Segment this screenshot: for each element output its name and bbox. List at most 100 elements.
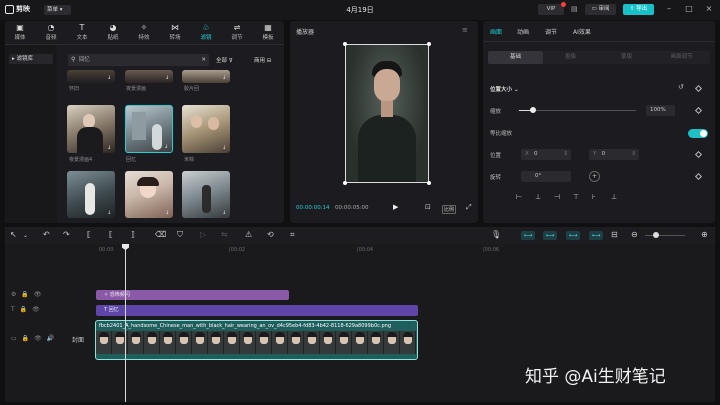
filter-thumbnail[interactable]: ↓ (182, 171, 230, 218)
tab-text[interactable]: T 文本 (69, 23, 95, 41)
cover-button[interactable]: 封面 (72, 335, 84, 344)
tab-ai-effects[interactable]: AI效果 (573, 27, 591, 36)
tab-template[interactable]: ▦ 模板 (255, 23, 281, 41)
subtab-cutout[interactable]: 抠像 (543, 51, 598, 64)
video-preview[interactable] (346, 45, 428, 182)
download-icon[interactable]: ↓ (222, 210, 228, 216)
stepper-icon[interactable]: ⇕ (631, 149, 636, 160)
video-clip[interactable]: fbcb2401_A_handsome_Chinese_man_with_bla… (95, 320, 418, 360)
fullscreen-crop-icon[interactable]: ⊡ (425, 203, 431, 211)
subtab-basic[interactable]: 基础 (488, 51, 543, 64)
align-top-icon[interactable]: ⊤ (573, 193, 579, 201)
align-bottom-icon[interactable]: ⊥ (611, 193, 617, 201)
subtab-mask[interactable]: 蒙版 (599, 51, 654, 64)
chevron-down-icon[interactable]: ⌄ (514, 87, 519, 93)
zoom-in-icon[interactable]: ⊕ (701, 230, 708, 239)
scale-slider-knob[interactable] (530, 107, 537, 113)
keyframe-icon[interactable] (694, 84, 703, 93)
tab-picture[interactable]: 画面 (490, 27, 502, 36)
review-button[interactable]: ▭ 审阅 (585, 4, 616, 15)
snap-icon[interactable]: ⟷ (566, 231, 580, 240)
filter-all-dropdown[interactable]: 全部 ⊽ (216, 56, 233, 64)
download-icon[interactable]: ↓ (107, 145, 113, 151)
chevron-down-icon[interactable]: ⌄ (23, 232, 28, 239)
keyframe-icon[interactable] (694, 106, 703, 115)
uniform-scale-toggle[interactable] (688, 129, 708, 138)
tab-animation[interactable]: 动画 (517, 27, 529, 36)
mirror-icon[interactable]: ⚠ (245, 230, 252, 239)
align-center-h-icon[interactable]: ⊥ (535, 193, 541, 201)
select-tool-icon[interactable]: ↖ (10, 230, 17, 239)
scale-slider-track[interactable] (519, 110, 636, 111)
close-icon[interactable]: × (704, 4, 714, 14)
undo-icon[interactable]: ↶ (43, 230, 50, 239)
tab-audio[interactable]: ◔ 音频 (38, 23, 64, 41)
player-menu-icon[interactable]: ≡ (462, 26, 468, 34)
crop-icon[interactable]: ⌗ (290, 230, 295, 240)
split-left-icon[interactable]: ⟦ (109, 230, 113, 239)
split-right-icon[interactable]: ⟧ (131, 230, 135, 239)
tab-filter[interactable]: ♧ 滤镜 (193, 23, 219, 41)
filter-thumbnail[interactable]: ↓ (67, 171, 115, 218)
resize-handle[interactable] (343, 181, 347, 185)
expand-icon[interactable]: ⤢ (466, 203, 472, 212)
filter-thumbnail[interactable]: ↓ (182, 105, 230, 153)
download-icon[interactable]: ↓ (165, 75, 171, 81)
rotate-icon[interactable]: ⟲ (267, 230, 274, 239)
keyframe-icon[interactable] (694, 150, 703, 159)
text-track-controls[interactable]: T🔒👁 (11, 306, 45, 313)
preview-axis-icon[interactable]: ⊟ (611, 230, 618, 239)
vip-button[interactable]: VIP (538, 2, 566, 15)
resize-handle[interactable] (427, 42, 431, 46)
sidebar-item-filter-library[interactable]: ▸ 滤镜库 (9, 54, 53, 64)
filter-thumbnail-selected[interactable]: ↓ (125, 105, 173, 153)
resize-handle[interactable] (427, 181, 431, 185)
layout-icon[interactable]: ▤ (571, 5, 578, 13)
maximize-icon[interactable]: □ (684, 4, 694, 14)
zoom-out-icon[interactable]: ⊖ (631, 230, 638, 239)
align-left-icon[interactable]: ⊢ (516, 193, 522, 201)
download-icon[interactable]: ↓ (107, 210, 113, 216)
scale-input[interactable]: 100% (646, 105, 675, 116)
rotate-input[interactable]: 0° (521, 171, 571, 182)
playhead-handle[interactable] (122, 244, 129, 250)
split-icon[interactable]: ⟦ (87, 230, 91, 239)
stepper-icon[interactable]: ⇕ (563, 149, 568, 160)
tab-adjust[interactable]: 调节 (545, 27, 557, 36)
ratio-button[interactable]: 比例 (442, 205, 457, 214)
export-button[interactable]: ⇧ 导出 (623, 4, 654, 15)
clear-icon[interactable]: ✕ (201, 54, 206, 66)
microphone-icon[interactable]: 🎙 (491, 230, 501, 239)
download-icon[interactable]: ↓ (165, 210, 171, 216)
position-y-input[interactable]: Y 0 ⇕ (589, 149, 639, 160)
delete-icon[interactable]: ⌫ (155, 230, 166, 239)
filter-thumbnail[interactable]: ↓ (67, 70, 115, 83)
align-center-v-icon[interactable]: ⊦ (592, 193, 596, 201)
shield-icon[interactable]: ⛉ (177, 230, 183, 240)
resize-handle[interactable] (343, 42, 347, 46)
position-x-input[interactable]: X 0 ⇕ (521, 149, 571, 160)
redo-icon[interactable]: ↷ (63, 230, 70, 239)
tab-media[interactable]: ▣ 媒体 (7, 23, 33, 41)
download-icon[interactable]: ↓ (222, 75, 228, 81)
filter-thumbnail[interactable]: ↓ (182, 70, 230, 83)
align-right-icon[interactable]: ⊣ (554, 193, 560, 201)
tab-adjust[interactable]: ⇌ 调节 (224, 23, 250, 41)
zoom-slider[interactable] (645, 235, 685, 236)
play-icon[interactable]: ▶ (393, 203, 398, 211)
keyframe-icon[interactable] (694, 172, 703, 181)
rotate-dial-icon[interactable]: + (589, 171, 600, 182)
filter-thumbnail[interactable]: ↓ (125, 70, 173, 83)
tab-sticker[interactable]: ◕ 贴纸 (100, 23, 126, 41)
download-icon[interactable]: ↓ (222, 145, 228, 151)
download-icon[interactable]: ↓ (107, 75, 113, 81)
linkage-icon[interactable]: ⟷ (589, 231, 603, 240)
link-main-track-icon[interactable]: ⟷ (521, 231, 535, 240)
search-input[interactable]: ⚲ 回忆 ✕ (68, 54, 209, 66)
commercial-filter[interactable]: 商用 ⊟ (254, 56, 271, 64)
reset-icon[interactable]: ↺ (678, 83, 684, 91)
playhead[interactable] (125, 244, 126, 402)
text-clip[interactable]: T 回忆 (96, 305, 418, 316)
tab-transition[interactable]: ⋈ 转场 (162, 23, 188, 41)
filter-thumbnail[interactable]: ↓ (125, 171, 173, 218)
